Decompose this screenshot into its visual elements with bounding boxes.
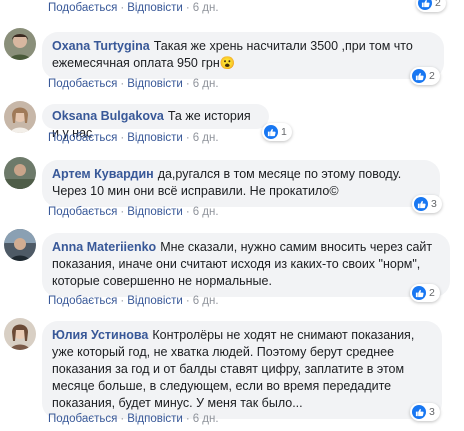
like-link[interactable]: Подобається bbox=[48, 206, 117, 218]
reaction-count[interactable]: 2 bbox=[410, 284, 440, 302]
comment-bubble: Oksana Bulgakova Та же история и у нас bbox=[42, 104, 269, 140]
comment-actions: Подобається · Відповісти · 6 дн. bbox=[48, 206, 219, 218]
comment-actions: Подобається · Відповісти · 6 дн. bbox=[48, 295, 219, 307]
comment-time[interactable]: 6 дн. bbox=[193, 206, 219, 218]
like-icon bbox=[412, 69, 426, 83]
reply-link[interactable]: Відповісти bbox=[127, 413, 183, 425]
comment-bubble: Юлия Устинова Контролёры не ходят не сним… bbox=[42, 321, 442, 419]
like-link[interactable]: Подобається bbox=[48, 295, 117, 307]
like-link[interactable]: Подобається bbox=[48, 78, 117, 90]
avatar[interactable] bbox=[4, 318, 36, 350]
comment-author[interactable]: Anna Materiienko bbox=[52, 240, 156, 254]
comment-time[interactable]: 6 дн. bbox=[193, 2, 219, 14]
reaction-count[interactable]: 3 bbox=[410, 403, 440, 421]
reaction-count[interactable]: 2 bbox=[416, 0, 446, 12]
reply-link[interactable]: Відповісти bbox=[127, 132, 183, 144]
comment-bubble: Артем Кувардин да,ругался в том месяце по… bbox=[42, 160, 440, 207]
avatar[interactable] bbox=[4, 28, 36, 60]
comment-time[interactable]: 6 дн. bbox=[193, 413, 219, 425]
comment-time[interactable]: 6 дн. bbox=[193, 132, 219, 144]
like-icon bbox=[418, 0, 432, 10]
reaction-count[interactable]: 3 bbox=[412, 195, 442, 213]
comment-actions: Подобається · Відповісти · 6 дн. bbox=[48, 132, 219, 144]
comment-author[interactable]: Артем Кувардин bbox=[52, 167, 154, 181]
like-icon bbox=[412, 286, 426, 300]
comment-bubble: Oxana Turtygina Такая же хрень насчитали … bbox=[42, 32, 444, 79]
avatar[interactable] bbox=[4, 101, 36, 133]
reaction-count[interactable]: 2 bbox=[410, 67, 440, 85]
comment-time[interactable]: 6 дн. bbox=[193, 295, 219, 307]
reply-link[interactable]: Відповісти bbox=[127, 2, 183, 14]
comment-author[interactable]: Oksana Bulgakova bbox=[52, 109, 164, 123]
comment-bubble: Anna Materiienko Мне сказали, нужно самим… bbox=[42, 233, 450, 297]
comment-actions: Подобається · Відповісти · 6 дн. bbox=[48, 413, 219, 425]
like-icon bbox=[414, 197, 428, 211]
like-icon bbox=[264, 125, 278, 139]
comment-time[interactable]: 6 дн. bbox=[193, 78, 219, 90]
reply-link[interactable]: Відповісти bbox=[127, 206, 183, 218]
comment-author[interactable]: Oxana Turtygina bbox=[52, 39, 150, 53]
reaction-count[interactable]: 1 bbox=[262, 123, 292, 141]
reply-link[interactable]: Відповісти bbox=[127, 295, 183, 307]
like-icon bbox=[412, 405, 426, 419]
comment-actions: Подобається · Відповісти · 6 дн. bbox=[48, 78, 219, 90]
like-link[interactable]: Подобається bbox=[48, 2, 117, 14]
avatar[interactable] bbox=[4, 229, 36, 261]
comment-author[interactable]: Юлия Устинова bbox=[52, 328, 148, 342]
comment-actions: Подобається · Відповісти · 6 дн. bbox=[48, 2, 219, 14]
reply-link[interactable]: Відповісти bbox=[127, 78, 183, 90]
like-link[interactable]: Подобається bbox=[48, 132, 117, 144]
avatar[interactable] bbox=[4, 157, 36, 189]
like-link[interactable]: Подобається bbox=[48, 413, 117, 425]
